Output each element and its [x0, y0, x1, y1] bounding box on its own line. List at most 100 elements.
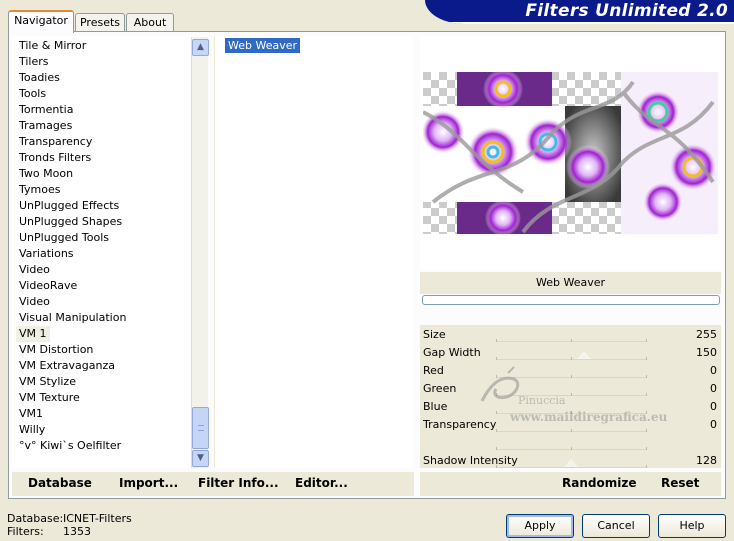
slider-tick — [571, 447, 572, 450]
status-area: Database:ICNET-Filters Filters: 1353 — [7, 512, 132, 538]
param-label: Green — [423, 382, 457, 395]
category-item[interactable]: VM Extravaganza — [19, 358, 115, 374]
slider-tick — [571, 339, 572, 342]
grip-icon — [198, 425, 204, 431]
filter-list[interactable]: Web Weaver — [214, 36, 413, 468]
tab-navigator[interactable]: Navigator — [8, 10, 74, 33]
watermark-signature-icon — [480, 366, 520, 402]
param-row: Size 255 — [420, 326, 721, 344]
filter-info-button[interactable]: Filter Info... — [198, 476, 279, 490]
param-value: 0 — [710, 418, 717, 431]
watermark: Pinuccia www.maildiregrafica.eu — [470, 365, 667, 424]
category-item[interactable]: VM Distortion — [19, 342, 93, 358]
scroll-thumb[interactable] — [192, 407, 209, 449]
apply-button[interactable]: Apply — [506, 514, 574, 538]
randomize-button[interactable]: Randomize — [562, 476, 636, 490]
filters-count-label: Filters: — [7, 525, 44, 538]
tab-label: About — [133, 16, 167, 29]
category-item[interactable]: VideoRave — [19, 278, 77, 294]
category-item[interactable]: Variations — [19, 246, 74, 262]
param-row — [420, 434, 721, 452]
category-item[interactable]: Tramages — [19, 118, 72, 134]
header-banner: Filters Unlimited 2.0 — [425, 0, 734, 24]
param-label: Size — [423, 328, 446, 341]
watermark-line1: Pinuccia — [518, 394, 566, 407]
category-item[interactable]: °v° Kiwi`s Oelfilter — [19, 438, 121, 454]
database-button[interactable]: Database — [28, 476, 92, 490]
param-value: 150 — [696, 346, 717, 359]
category-item[interactable]: Tile & Mirror — [19, 38, 86, 54]
category-item[interactable]: UnPlugged Shapes — [19, 214, 122, 230]
category-item[interactable]: Toadies — [19, 70, 60, 86]
progress-bar — [422, 295, 720, 305]
param-label: Blue — [423, 400, 448, 413]
slider-tick — [496, 447, 497, 450]
reset-button[interactable]: Reset — [661, 476, 699, 490]
filters-count-value: 1353 — [63, 525, 91, 538]
cancel-button[interactable]: Cancel — [582, 514, 650, 538]
slider-tick — [571, 357, 572, 360]
category-item[interactable]: Tormentia — [19, 102, 73, 118]
category-item[interactable]: Tronds Filters — [19, 150, 91, 166]
category-item[interactable]: Two Moon — [19, 166, 73, 182]
scroll-up-button[interactable]: ▲ — [192, 39, 209, 56]
banner-stripe — [425, 22, 734, 24]
category-item[interactable]: Video — [19, 262, 50, 278]
slider-tick — [496, 339, 497, 342]
param-slider-thumb[interactable] — [577, 351, 592, 359]
slider-tick — [646, 429, 647, 432]
tab-label: Navigator — [14, 14, 68, 27]
param-value: 0 — [710, 364, 717, 377]
banner-title: Filters Unlimited 2.0 — [525, 1, 728, 21]
tab-label: Presets — [79, 16, 121, 29]
category-scrollbar[interactable]: ▲ ▼ — [191, 37, 209, 468]
category-item[interactable]: Tilers — [19, 54, 49, 70]
category-item[interactable]: Tools — [19, 86, 46, 102]
param-row: Gap Width 150 — [420, 344, 721, 362]
param-value: 0 — [710, 382, 717, 395]
category-item[interactable]: Visual Manipulation — [19, 310, 126, 326]
left-button-bar: Database Import... Filter Info... Editor… — [12, 472, 414, 496]
param-row: Green 0 — [420, 380, 721, 398]
category-item[interactable]: Tymoes — [19, 182, 60, 198]
slider-tick — [571, 429, 572, 432]
slider-tick — [646, 447, 647, 450]
param-row: Shadow Intensity 128 — [420, 452, 721, 470]
category-item[interactable]: UnPlugged Tools — [19, 230, 109, 246]
category-item[interactable]: UnPlugged Effects — [19, 198, 119, 214]
filter-name-label: Web Weaver — [420, 272, 721, 294]
category-item[interactable]: Transparency — [19, 134, 92, 150]
slider-tick — [646, 375, 647, 378]
tab-about[interactable]: About — [126, 13, 174, 32]
preview-area — [420, 36, 721, 270]
param-value: 128 — [696, 454, 717, 467]
slider-tick — [496, 429, 497, 432]
slider-tick — [646, 393, 647, 396]
slider-tick — [646, 465, 647, 468]
scroll-down-button[interactable]: ▼ — [192, 450, 209, 467]
category-list[interactable]: Tile & Mirror Tilers Toadies Tools Tormentia… — [12, 36, 208, 468]
right-button-bar: Randomize Reset — [420, 472, 721, 496]
import-button[interactable]: Import... — [119, 476, 178, 490]
category-item[interactable]: VM Stylize — [19, 374, 76, 390]
category-item[interactable]: VM 1 — [16, 326, 50, 342]
category-item[interactable]: VM1 — [19, 406, 43, 422]
category-item[interactable]: VM Texture — [19, 390, 80, 406]
param-label: Gap Width — [423, 346, 481, 359]
category-item[interactable]: Video — [19, 294, 50, 310]
param-slider-thumb[interactable] — [564, 459, 578, 467]
param-value: 255 — [696, 328, 717, 341]
watermark-line2: www.maildiregrafica.eu — [510, 410, 668, 424]
database-label: Database: — [7, 512, 64, 525]
editor-button[interactable]: Editor... — [295, 476, 348, 490]
slider-tick — [571, 393, 572, 396]
tab-presets[interactable]: Presets — [75, 13, 125, 32]
category-item[interactable]: Willy — [19, 422, 45, 438]
parameter-panel: Size 255 Gap Width 150 Red 0 Green 0 Blue 0 Transp… — [420, 325, 721, 468]
slider-tick — [571, 375, 572, 378]
filter-item-web-weaver[interactable]: Web Weaver — [225, 38, 301, 53]
slider-tick — [496, 465, 497, 468]
param-label: Transparency — [423, 418, 497, 431]
slider-tick — [496, 357, 497, 360]
help-button[interactable]: Help — [658, 514, 726, 538]
